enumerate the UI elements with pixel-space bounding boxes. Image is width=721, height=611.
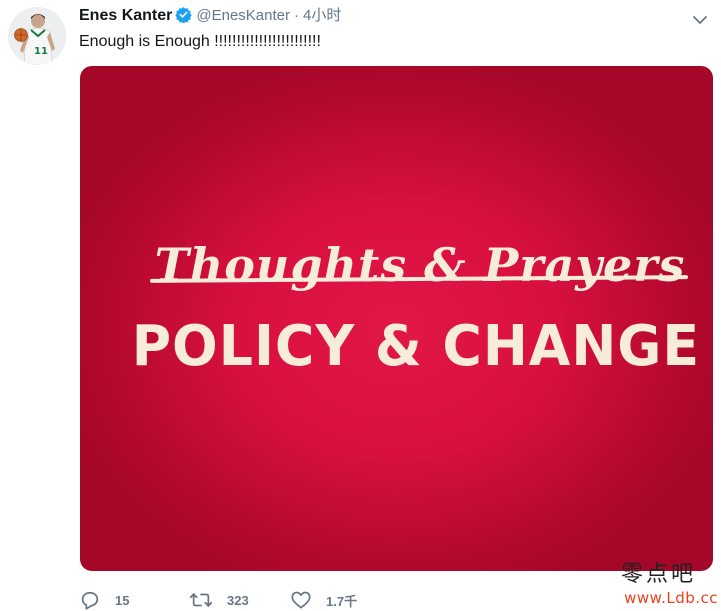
handle[interactable]: @EnesKanter [196,7,290,24]
reply-icon [79,589,101,611]
retweet-count: 323 [227,592,249,608]
svg-text:11: 11 [34,46,48,57]
like-button[interactable]: 1.7千 [290,589,420,611]
avatar-image: 11 [8,7,66,65]
tweet: 11 Enes Kanter @EnesKanter · 4小时 Enough is … [0,0,721,611]
watermark: 零点吧 www.Ldb.cc [598,562,718,611]
like-count: 1.7千 [326,593,358,609]
watermark-url: www.Ldb.cc [624,589,718,607]
watermark-text-cn: 零点吧 [620,562,696,587]
chevron-down-icon [693,16,707,24]
struck-text: Thoughts & Prayers [154,238,686,292]
tweet-actions: 15 323 1.7千 [79,588,420,611]
verified-badge-icon [175,6,193,30]
reply-button[interactable]: 15 [79,589,189,611]
tweet-header: Enes Kanter @EnesKanter · 4小时 [79,5,341,30]
separator-dot: · [294,7,299,24]
heart-icon [290,589,312,611]
reply-count: 15 [115,592,130,608]
tweet-media-image[interactable]: Thoughts & Prayers POLICY & CHANGE [80,66,713,571]
timestamp[interactable]: 4小时 [303,7,341,24]
main-text: POLICY & CHANGE [131,314,701,379]
more-options-button[interactable] [690,10,710,30]
retweet-button[interactable]: 323 [189,589,290,611]
tweet-text: Enough is Enough !!!!!!!!!!!!!!!!!!!!!!!… [79,33,321,50]
avatar[interactable]: 11 [8,7,66,65]
retweet-icon [189,589,213,611]
display-name[interactable]: Enes Kanter [79,7,172,24]
media-graphic: Thoughts & Prayers POLICY & CHANGE [80,66,713,571]
